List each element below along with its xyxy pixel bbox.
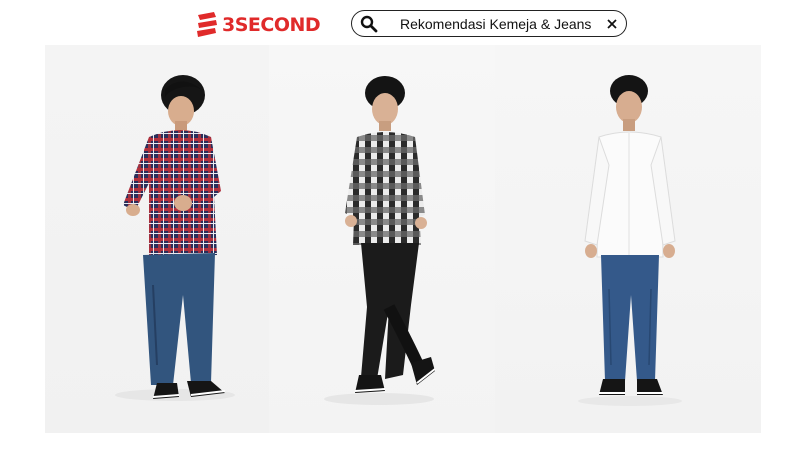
model-figure — [578, 75, 682, 406]
outfit-photo-white[interactable] — [495, 45, 761, 433]
logo-icon — [197, 12, 217, 37]
model-figure — [324, 76, 436, 405]
search-bar[interactable]: Rekomendasi Kemeja & Jeans — [351, 10, 627, 37]
brand-logo[interactable]: 3SECOND — [196, 10, 321, 40]
model-figure — [115, 75, 235, 401]
search-input[interactable]: Rekomendasi Kemeja & Jeans — [400, 16, 606, 32]
brand-name: 3SECOND — [222, 14, 321, 36]
search-icon[interactable] — [360, 15, 378, 33]
outfit-gallery — [45, 45, 761, 433]
outfit-photo-plaid[interactable] — [45, 45, 269, 433]
close-icon[interactable] — [606, 18, 618, 30]
outfit-photo-check[interactable] — [269, 45, 495, 433]
